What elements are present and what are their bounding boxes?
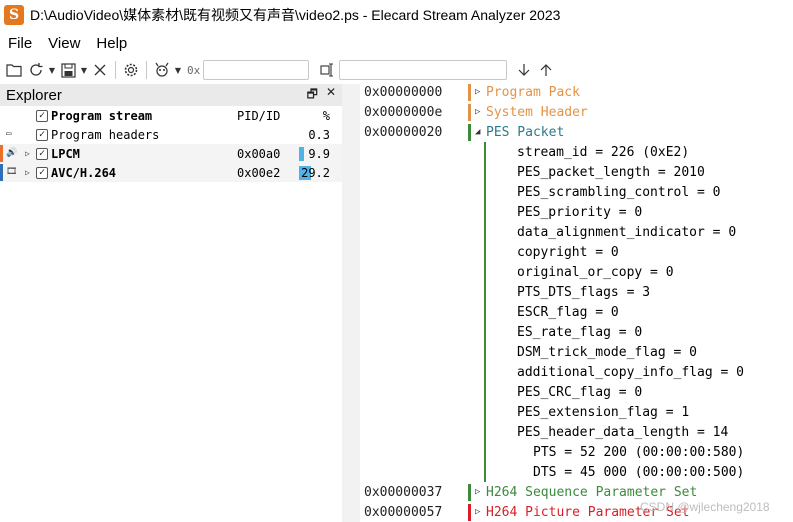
field-text: PES_priority = 0 xyxy=(517,204,643,220)
byte-offset: 0x00000057 xyxy=(364,504,443,520)
field-text: PES_packet_length = 2010 xyxy=(517,164,705,180)
toolbar: ▼ ▼ ▼ 0x xyxy=(0,57,793,83)
tree-item-label: Program headers xyxy=(51,127,160,142)
checkbox-icon[interactable]: ✓ xyxy=(36,109,48,122)
tree-connector-line xyxy=(484,142,486,482)
arrow-down-icon[interactable] xyxy=(513,59,535,81)
field-text: stream_id = 226 (0xE2) xyxy=(517,144,690,160)
item-color-bar xyxy=(468,483,471,501)
close-panel-icon[interactable]: ✕ xyxy=(326,85,336,106)
field-text: PES_scrambling_control = 0 xyxy=(517,184,721,200)
refresh-dropdown-icon[interactable]: ▼ xyxy=(47,59,57,81)
analyzer-tool-icon[interactable] xyxy=(151,59,173,81)
explorer-panel: Explorer 🗗 ✕ ✓ Program stream PID/ID % ▭… xyxy=(0,84,342,522)
item-label: PES Packet xyxy=(486,124,565,140)
field-text: ESCR_flag = 0 xyxy=(517,304,619,320)
panel-splitter[interactable] xyxy=(342,84,360,522)
stream-color-marker xyxy=(0,145,3,162)
byte-offset: 0x00000020 xyxy=(364,124,443,140)
watermark-text: CSDN @wjlecheng2018 xyxy=(640,500,770,514)
percent-value: 9.9 xyxy=(308,146,330,161)
window-title: D:\AudioVideo\媒体素材\既有视频又有声音\video2.ps - … xyxy=(30,7,561,23)
pid-value: 0x00a0 xyxy=(237,146,281,161)
collapse-arrow-icon[interactable]: ◢ xyxy=(475,127,480,137)
explorer-title: Explorer xyxy=(6,86,62,104)
percent-value: 29.2 xyxy=(301,165,330,180)
toolbar-separator xyxy=(146,61,147,79)
tree-item-label: LPCM xyxy=(51,146,80,161)
item-label: Program Pack xyxy=(486,84,580,100)
item-color-bar xyxy=(468,123,471,141)
column-header-pid[interactable]: PID/ID xyxy=(237,109,280,123)
app-logo-icon: S xyxy=(4,5,24,25)
field-text: PTS_DTS_flags = 3 xyxy=(517,284,651,300)
search-input[interactable] xyxy=(339,60,508,80)
explorer-header: Explorer 🗗 ✕ xyxy=(0,84,342,106)
title-bar: S D:\AudioVideo\媒体素材\既有视频又有声音\video2.ps … xyxy=(0,0,793,30)
expand-arrow-icon[interactable]: ▷ xyxy=(25,149,30,158)
toolbar-separator xyxy=(115,61,116,79)
refresh-icon[interactable] xyxy=(25,59,47,81)
find-text-icon[interactable] xyxy=(317,59,339,81)
save-icon[interactable] xyxy=(57,59,79,81)
item-label: H264 Sequence Parameter Set xyxy=(486,484,698,500)
expand-arrow-icon[interactable]: ▷ xyxy=(475,507,480,517)
column-header-percent[interactable]: % xyxy=(298,109,330,123)
settings-gear-icon[interactable] xyxy=(120,59,142,81)
tree-row-lpcm[interactable]: 🔊 ▷ ✓ LPCM 0x00a0 9.9 xyxy=(0,144,342,163)
field-text: PES_extension_flag = 1 xyxy=(517,404,690,420)
item-label: System Header xyxy=(486,104,588,120)
item-color-bar xyxy=(468,83,471,101)
item-color-bar xyxy=(468,503,471,521)
open-folder-icon[interactable] xyxy=(3,59,25,81)
item-color-bar xyxy=(468,103,471,121)
field-text: original_or_copy = 0 xyxy=(517,264,674,280)
menu-bar: File View Help xyxy=(0,31,135,55)
checkbox-icon[interactable]: ✓ xyxy=(36,166,48,179)
expand-arrow-icon[interactable]: ▷ xyxy=(475,487,480,497)
percent-value: 0.3 xyxy=(308,127,330,142)
tree-item-label: AVC/H.264 xyxy=(51,165,117,180)
expand-arrow-icon[interactable]: ▷ xyxy=(475,87,480,97)
float-panel-icon[interactable]: 🗗 xyxy=(307,85,318,106)
offset-input[interactable] xyxy=(203,60,310,80)
byte-offset: 0x00000000 xyxy=(364,84,443,100)
save-dropdown-icon[interactable]: ▼ xyxy=(79,59,89,81)
byte-offset: 0x0000000e xyxy=(364,104,443,120)
expand-arrow-icon[interactable]: ▷ xyxy=(25,168,30,177)
video-film-icon: 🎞 xyxy=(6,167,18,177)
headers-icon: ▭ xyxy=(6,129,12,139)
field-text: PTS = 52 200 (00:00:00:580) xyxy=(533,444,745,460)
field-text: ES_rate_flag = 0 xyxy=(517,324,643,340)
tree-row-program-stream[interactable]: ✓ Program stream PID/ID % xyxy=(0,106,342,125)
checkbox-icon[interactable]: ✓ xyxy=(36,128,48,141)
checkbox-icon[interactable]: ✓ xyxy=(36,147,48,160)
field-text: PES_CRC_flag = 0 xyxy=(517,384,643,400)
close-icon[interactable] xyxy=(89,59,111,81)
byte-offset: 0x00000037 xyxy=(364,484,443,500)
packet-detail-pane: 0x00000000 ▷ Program Pack 0x0000000e ▷ S… xyxy=(360,83,793,522)
menu-file[interactable]: File xyxy=(0,35,40,52)
field-text: copyright = 0 xyxy=(517,244,619,260)
tree-row-program-headers[interactable]: ▭ ✓ Program headers 0.3 xyxy=(0,125,342,144)
field-text: additional_copy_info_flag = 0 xyxy=(517,364,744,380)
menu-view[interactable]: View xyxy=(40,35,88,52)
field-text: PES_header_data_length = 14 xyxy=(517,424,729,440)
expand-arrow-icon[interactable]: ▷ xyxy=(475,107,480,117)
analyzer-dropdown-icon[interactable]: ▼ xyxy=(173,59,183,81)
arrow-up-icon[interactable] xyxy=(535,59,557,81)
field-text: DSM_trick_mode_flag = 0 xyxy=(517,344,698,360)
menu-help[interactable]: Help xyxy=(88,35,135,52)
pid-value: 0x00e2 xyxy=(237,165,281,180)
stream-color-marker xyxy=(0,164,3,181)
hex-prefix-label: 0x xyxy=(187,63,201,77)
field-text: DTS = 45 000 (00:00:00:500) xyxy=(533,464,745,480)
tree-item-label: Program stream xyxy=(51,108,153,123)
audio-speaker-icon: 🔊 xyxy=(6,148,18,158)
tree-row-avc-h264[interactable]: 🎞 ▷ ✓ AVC/H.264 0x00e2 29.2 xyxy=(0,163,342,182)
field-text: data_alignment_indicator = 0 xyxy=(517,224,737,240)
